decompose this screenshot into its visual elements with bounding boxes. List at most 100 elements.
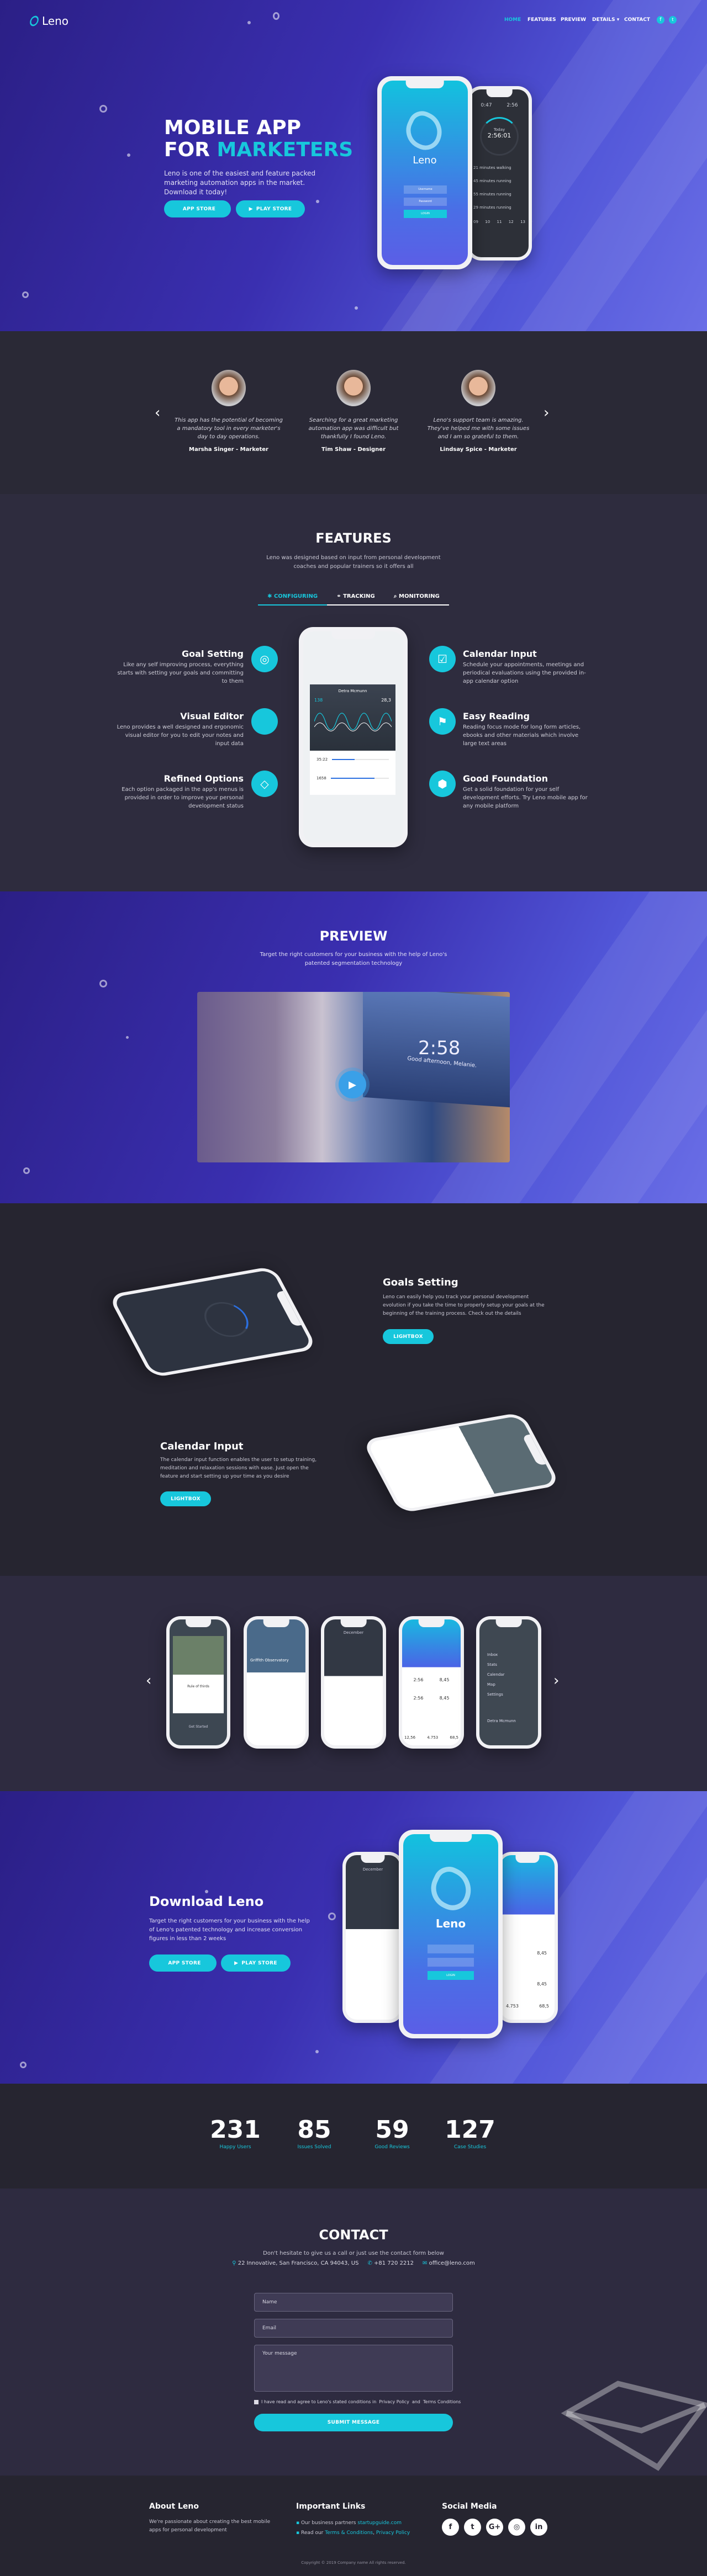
gallery-section: ‹ › Rule of thirds Get Started Griffith O…: [0, 1576, 707, 1791]
download-title: Download Leno: [149, 1894, 264, 1909]
caret-down-icon: ▾: [615, 17, 620, 23]
leno-logo-icon: [400, 107, 449, 155]
features-phone: Detra Mcmunn 138 28,3 35:22 1658: [299, 627, 408, 847]
terms-conditions-link[interactable]: Terms & Conditions: [325, 2530, 373, 2536]
testimonial-card: Leno's support team is amazing. They've …: [418, 370, 539, 453]
email-input[interactable]: [254, 2319, 453, 2338]
phone-icon: ✆: [367, 2260, 374, 2266]
testimonial-card: This app has the potential of becoming a…: [168, 370, 289, 453]
nav-preview[interactable]: PREVIEW: [561, 17, 586, 23]
nav-home[interactable]: HOME: [504, 17, 521, 23]
lightbox-button-goals[interactable]: LIGHTBOX: [383, 1329, 434, 1344]
details-phone-goals: [107, 1266, 318, 1378]
gallery-next-icon[interactable]: ›: [553, 1672, 559, 1689]
next-arrow-icon[interactable]: ›: [544, 405, 549, 421]
details-phone-calendar: [361, 1412, 561, 1513]
counter: 59 Good Reviews: [374, 2116, 410, 2150]
nav-contact[interactable]: CONTACT: [624, 17, 650, 23]
search-icon: ⌕: [393, 593, 399, 599]
features-title: FEATURES: [315, 530, 392, 546]
download-phone-stats: 8,45 8,45 4.753 68,5: [497, 1852, 558, 2023]
privacy-link[interactable]: Privacy Policy: [379, 2399, 409, 2404]
play-icon: ▶: [234, 1960, 239, 1966]
binoculars-icon: ⚭: [336, 593, 344, 599]
hero-description: Leno is one of the easiest and feature p…: [164, 169, 316, 196]
preview-video[interactable]: 2:58 Good afternoon, Melanie. ▶: [197, 992, 510, 1162]
tab-tracking[interactable]: ⚭ TRACKING: [336, 593, 375, 604]
facebook-icon[interactable]: f: [657, 16, 664, 24]
play-store-button[interactable]: ▶ PLAY STORE: [236, 200, 305, 217]
name-input[interactable]: [254, 2293, 453, 2312]
terms-link[interactable]: Terms Conditions: [423, 2399, 461, 2404]
phone-link[interactable]: +81 720 2212: [374, 2260, 414, 2266]
contact-title: CONTACT: [319, 2227, 388, 2243]
facebook-icon[interactable]: f: [442, 2519, 459, 2536]
gallery-screen-3[interactable]: December: [321, 1616, 386, 1749]
calendar-check-icon: ☑: [429, 646, 456, 672]
avatar: [336, 370, 371, 406]
hero-phone-back: 0:47 2:56 Today 2:56:01 21 minutes walkin…: [467, 86, 532, 261]
hero-title: MOBILE APP FOR MARKETERS: [164, 116, 354, 161]
diamond-icon: ◇: [251, 771, 278, 797]
play-video-button[interactable]: ▶: [339, 1071, 366, 1098]
gallery-screen-1[interactable]: Rule of thirds Get Started: [166, 1616, 230, 1749]
message-textarea[interactable]: [254, 2345, 453, 2392]
counter: 231 Happy Users: [210, 2116, 261, 2150]
password-field[interactable]: Password: [404, 198, 447, 206]
features-section: FEATURES Leno was designed based on inpu…: [0, 494, 707, 891]
agree-row: I have read and agree to Leno's stated c…: [254, 2399, 461, 2404]
twitter-icon[interactable]: t: [464, 2519, 481, 2536]
lightbox-button-calendar[interactable]: LIGHTBOX: [160, 1491, 211, 1506]
instagram-icon[interactable]: ◎: [508, 2519, 525, 2536]
features-tabs: ✱ CONFIGURING ⚭ TRACKING ⌕ MONITORING: [258, 593, 449, 606]
envelope-icon: [561, 2381, 707, 2471]
gallery-screen-2[interactable]: Griffith Observatory: [244, 1616, 309, 1749]
code-file-icon: [251, 708, 278, 735]
privacy-policy-link[interactable]: Privacy Policy: [376, 2530, 410, 2536]
nav-features[interactable]: FEATURES: [527, 17, 556, 23]
username-field[interactable]: Username: [404, 185, 447, 194]
twitter-icon[interactable]: t: [669, 16, 677, 24]
tab-configuring[interactable]: ✱ CONFIGURING: [267, 593, 318, 604]
testimonials-section: ‹ › This app has the potential of becomi…: [0, 331, 707, 494]
gallery-prev-icon[interactable]: ‹: [146, 1672, 151, 1689]
play-icon: ▶: [249, 206, 253, 212]
leno-logo-icon: [424, 1861, 479, 1916]
startupguide-link[interactable]: startupguide.com: [357, 2520, 402, 2526]
login-button[interactable]: LOGIN: [404, 210, 447, 218]
cube-icon: ⬢: [429, 771, 456, 797]
gallery-screen-5[interactable]: Inbox Stats Calendar Map Settings Detra Mcmun…: [476, 1616, 541, 1749]
mail-icon: ✉: [423, 2260, 429, 2266]
compass-icon: ◎: [251, 646, 278, 672]
email-link[interactable]: office@leno.com: [429, 2260, 475, 2266]
app-store-button[interactable]: APP STORE: [164, 200, 231, 217]
gear-icon: ✱: [267, 593, 274, 599]
linkedin-icon[interactable]: in: [530, 2519, 547, 2536]
agree-checkbox[interactable]: [254, 2399, 258, 2404]
gallery-screen-4[interactable]: 2:56 8,45 2:56 8,45 12,56 4.753 68,5: [399, 1616, 464, 1749]
download-play-store-button[interactable]: ▶ PLAY STORE: [221, 1954, 291, 1972]
download-app-store-button[interactable]: APP STORE: [149, 1954, 217, 1972]
nav-details[interactable]: DETAILS ▾: [592, 17, 619, 23]
download-phone-login: Leno LOGIN: [399, 1830, 503, 2038]
hero-section: Leno HOME FEATURES PREVIEW DETAILS ▾ CON…: [0, 0, 707, 331]
login-button[interactable]: LOGIN: [428, 1971, 474, 1980]
google-plus-icon[interactable]: G+: [486, 2519, 503, 2536]
prev-arrow-icon[interactable]: ‹: [155, 405, 160, 421]
counter: 85 Issues Solved: [297, 2116, 331, 2150]
testimonial-card: Searching for a great marketing automati…: [293, 370, 414, 453]
submit-message-button[interactable]: SUBMIT MESSAGE: [254, 2414, 453, 2431]
preview-title: PREVIEW: [319, 928, 388, 944]
details-section: Goals Setting Leno can easily help you t…: [0, 1203, 707, 1576]
bookmark-icon: ⚑: [429, 708, 456, 735]
counters-section: 231 Happy Users 85 Issues Solved 59 Good…: [0, 2084, 707, 2189]
logo[interactable]: Leno: [28, 14, 68, 28]
important-links: ▪ Our business partners startupguide.com…: [296, 2520, 410, 2536]
avatar: [461, 370, 495, 406]
map-pin-icon: ⚲: [232, 2260, 238, 2266]
logo-icon: [28, 14, 41, 28]
tab-monitoring[interactable]: ⌕ MONITORING: [394, 593, 440, 604]
play-icon: ▶: [349, 1079, 356, 1091]
preview-section: PREVIEW Target the right customers for y…: [0, 891, 707, 1203]
wave-chart: [314, 713, 392, 731]
